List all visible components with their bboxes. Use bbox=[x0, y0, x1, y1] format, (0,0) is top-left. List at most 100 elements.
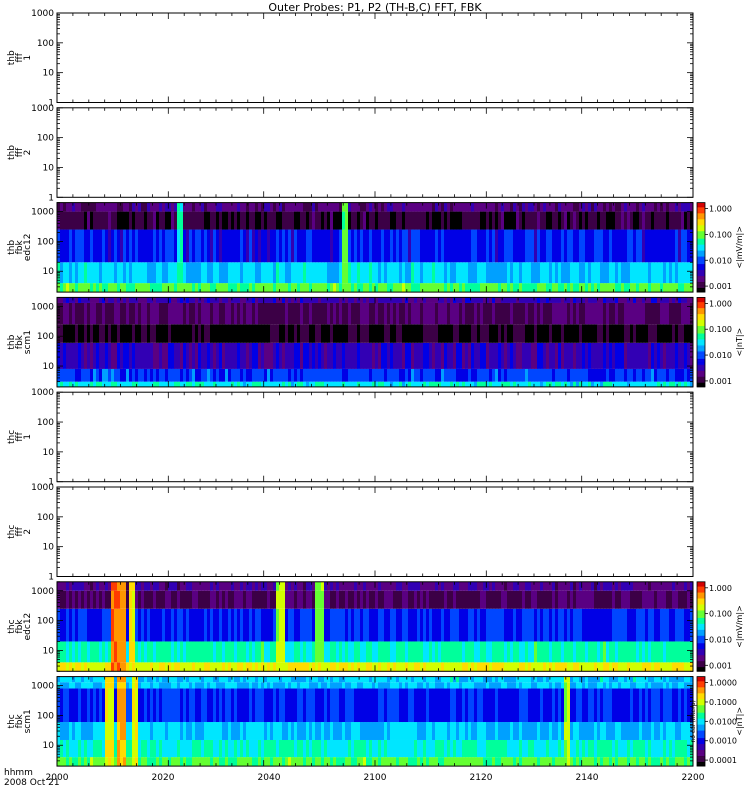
panel-thb-fbk-scm1-cell bbox=[141, 381, 145, 387]
panel-thc-fbk-scm1-cell bbox=[570, 757, 574, 767]
panel-thb-fbk-scm1-cell bbox=[120, 302, 124, 325]
panel-thb-fbk-edc12-cell bbox=[414, 202, 418, 212]
panel-thb-fbk-scm1-cell bbox=[477, 297, 481, 303]
panel-thc-fbk-edc12-cell bbox=[636, 581, 640, 591]
panel-thc-fbk-edc12-cell bbox=[372, 641, 376, 663]
panel-thc-fbk-edc12-cell bbox=[81, 590, 85, 609]
panel-thc-fff-2-ytick-label: 100 bbox=[37, 513, 54, 523]
panel-thb-fbk-scm1-cell bbox=[603, 342, 607, 369]
panel-thc-fbk-edc12-cell bbox=[675, 590, 679, 609]
panel-thc-fbk-edc12-cell bbox=[609, 581, 613, 591]
panel-thb-fbk-scm1-cell bbox=[102, 302, 106, 325]
panel-thb-fbk-edc12-cell bbox=[255, 211, 259, 230]
panel-thb-fbk-edc12-cell bbox=[255, 262, 259, 284]
panel-thb-fbk-edc12-cell bbox=[318, 262, 322, 284]
panel-thb-fbk-edc12-cell bbox=[444, 202, 448, 212]
panel-thb-fbk-scm1-cell bbox=[375, 342, 379, 369]
panel-thb-fbk-edc12-cell bbox=[480, 283, 484, 293]
panel-thb-fbk-edc12-cell bbox=[201, 229, 205, 263]
panel-thb-fbk-scm1-cell bbox=[240, 297, 244, 303]
panel-thb-fbk-edc12-cell bbox=[399, 229, 403, 263]
panel-thc-fbk-edc12-cell bbox=[84, 590, 88, 609]
panel-thc-fbk-edc12-cell bbox=[237, 662, 241, 672]
panel-thb-fbk-edc12-cell bbox=[147, 283, 151, 293]
panel-thb-fbk-scm1-cell bbox=[456, 342, 460, 369]
panel-thc-fbk-edc12-cell bbox=[237, 608, 241, 642]
panel-thc-fbk-scm1-cell bbox=[507, 757, 511, 767]
panel-thb-fbk-edc12-cell bbox=[627, 229, 631, 263]
panel-thc-fbk-scm1-cell bbox=[138, 757, 142, 767]
panel-thc-fbk-scm1-cell bbox=[303, 757, 307, 767]
panel-thb-fbk-scm1-cell bbox=[672, 324, 676, 343]
panel-thb-fbk-edc12-cell bbox=[513, 283, 517, 293]
panel-thb-fbk-scm1-cell bbox=[381, 342, 385, 369]
panel-thc-fbk-scm1-cell bbox=[432, 757, 436, 767]
panel-thb-fbk-scm1-cell bbox=[132, 342, 136, 369]
panel-thb-fbk-edc12-cell bbox=[111, 283, 115, 293]
panel-thc-fbk-edc12-cell bbox=[132, 590, 136, 609]
panel-thc-fbk-edc12-cell bbox=[180, 581, 184, 591]
panel-thc-fbk-edc12-cell bbox=[432, 590, 436, 609]
panel-thc-fbk-edc12-cell bbox=[330, 662, 334, 672]
panel-thb-fbk-edc12-cell bbox=[546, 229, 550, 263]
panel-thb-fbk-edc12-cell bbox=[471, 211, 475, 230]
panel-thb-fbk-edc12-cell bbox=[672, 211, 676, 230]
panel-thc-fbk-edc12-cell bbox=[465, 581, 469, 591]
panel-thb-fbk-scm1-cell bbox=[219, 342, 223, 369]
panel-thb-fbk-scm1-cell bbox=[402, 381, 406, 387]
panel-thc-fbk-edc12-cell bbox=[144, 608, 148, 642]
panel-thb-fbk-scm1-cell bbox=[60, 368, 64, 382]
panel-thc-fbk-edc12-cell bbox=[369, 641, 373, 663]
panel-thb-fbk-scm1-cell bbox=[591, 368, 595, 382]
panel-thb-fbk-edc12-cell bbox=[87, 229, 91, 263]
panel-thb-fbk-edc12-cell bbox=[180, 229, 184, 263]
panel-thb-fbk-edc12-cell bbox=[231, 262, 235, 284]
panel-thb-fbk-scm1-cell bbox=[90, 324, 94, 343]
panel-thb-fbk-scm1-cell bbox=[609, 342, 613, 369]
panel-thb-fbk-edc12-cell bbox=[558, 229, 562, 263]
panel-thb-fbk-scm1-cell bbox=[678, 368, 682, 382]
panel-thb-fbk-scm1-cell bbox=[507, 381, 511, 387]
panel-thb-fbk-edc12-cell bbox=[282, 211, 286, 230]
panel-thc-fbk-edc12-cell bbox=[159, 581, 163, 591]
panel-thb-fbk-scm1-cell bbox=[471, 381, 475, 387]
panel-thb-fbk-scm1-cell bbox=[111, 302, 115, 325]
panel-thc-fbk-edc12-cell bbox=[150, 641, 154, 663]
panel-thc-fbk-edc12-cell bbox=[96, 608, 100, 642]
panel-thb-fbk-scm1-cell bbox=[264, 297, 268, 303]
panel-thc-fbk-edc12-cell bbox=[270, 641, 274, 663]
panel-thb-fbk-scm1-cell bbox=[630, 381, 634, 387]
panel-thc-fbk-scm1-cell bbox=[234, 739, 238, 758]
panel-thb-fbk-scm1-cell bbox=[228, 381, 232, 387]
panel-thb-fbk-scm1-cell bbox=[327, 368, 331, 382]
panel-thc-fbk-edc12-cell bbox=[471, 662, 475, 672]
panel-thc-fbk-edc12-cell bbox=[549, 590, 553, 609]
panel-thb-fbk-edc12-cell bbox=[111, 229, 115, 263]
panel-thb-fbk-edc12-cell bbox=[333, 262, 337, 284]
panel-thb-fbk-edc12-cell bbox=[444, 211, 448, 230]
panel-thb-fbk-edc12-cell bbox=[501, 262, 505, 284]
panel-thb-fbk-scm1-cell bbox=[99, 297, 103, 303]
panel-thb-fbk-scm1-band-3 bbox=[57, 324, 694, 343]
panel-thb-fbk-edc12-cell bbox=[60, 211, 64, 230]
panel-thc-fbk-scm1-cell bbox=[381, 739, 385, 758]
panel-thc-fbk-edc12-cell bbox=[417, 608, 421, 642]
panel-thc-fbk-scm1-cell bbox=[390, 739, 394, 758]
panel-thc-fbk-edc12-cell bbox=[531, 590, 535, 609]
panel-thb-fbk-edc12-cell bbox=[435, 202, 439, 212]
panel-thb-fbk-edc12-cell bbox=[162, 211, 166, 230]
panel-thb-fbk-edc12-cell bbox=[111, 262, 115, 284]
panel-thb-fbk-scm1-cell bbox=[351, 342, 355, 369]
panel-thb-fbk-edc12-cell bbox=[147, 262, 151, 284]
panel-thb-fbk-scm1-cell bbox=[72, 302, 76, 325]
panel-thb-fbk-scm1-cell bbox=[648, 297, 652, 303]
panel-thb-fbk-scm1-cell bbox=[561, 297, 565, 303]
panel-thb-fbk-edc12-cell bbox=[540, 202, 544, 212]
panel-thc-fbk-edc12-cell bbox=[270, 662, 274, 672]
panel-thb-fbk-edc12-cell bbox=[672, 283, 676, 293]
panel-thb-fbk-edc12-cell bbox=[156, 283, 160, 293]
panel-thb-fbk-scm1-cell bbox=[417, 342, 421, 369]
panel-thc-fbk-edc12-cell bbox=[660, 581, 664, 591]
panel-thc-fbk-edc12-cell bbox=[642, 590, 646, 609]
panel-thc-fbk-edc12-cell bbox=[675, 641, 679, 663]
